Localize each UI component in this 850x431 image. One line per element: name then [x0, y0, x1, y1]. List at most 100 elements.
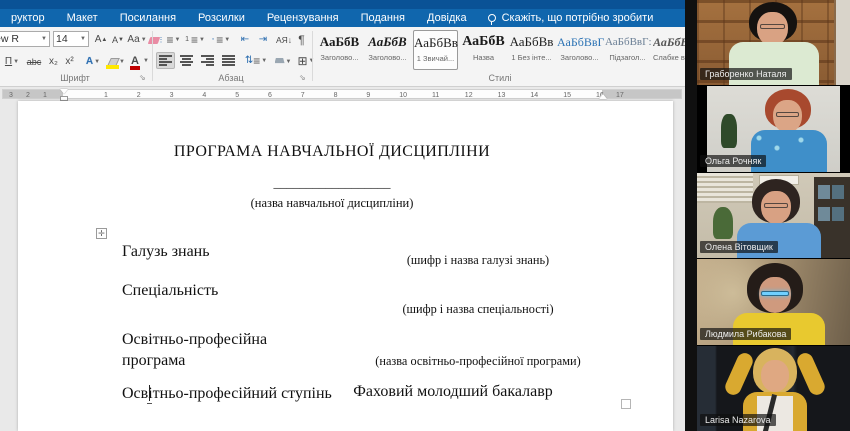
decrease-indent-button[interactable]: ⇤ [237, 31, 253, 48]
chevron-down-icon: ▼ [80, 36, 86, 42]
shading-button[interactable]: ▼ [272, 53, 294, 70]
paragraph-dialog-launcher-icon[interactable]: ⇘ [299, 73, 308, 82]
font-size-combo[interactable]: 14▼ [53, 31, 89, 47]
participant-name: Граборенко Наталя [700, 68, 792, 80]
glasses [761, 291, 789, 296]
align-right-icon [201, 55, 214, 66]
change-case-button[interactable]: Аа▼ [127, 31, 147, 48]
participant-name: Larisa Nazarova [700, 414, 776, 426]
show-marks-button[interactable]: ¶ [295, 31, 308, 48]
font-name-combo[interactable]: ew R▼ [0, 31, 50, 47]
style-chip-subtitle[interactable]: АаБбВвГ: Підзагол... [605, 30, 650, 70]
ruler-number: 6 [268, 91, 272, 100]
subscript-button[interactable]: x₂ [46, 53, 61, 70]
align-center-button[interactable] [177, 52, 196, 69]
text-cursor [149, 385, 150, 401]
increase-indent-button[interactable]: ⇥ [255, 31, 271, 48]
tell-me-label: Скажіть, що потрібно зробити [502, 12, 654, 24]
ruler-right-margin [602, 90, 681, 98]
tab-podannia[interactable]: Подання [350, 9, 416, 27]
underline-button[interactable]: П▼ [2, 53, 22, 70]
ruler-number: 17 [616, 91, 624, 100]
red-color-bar [130, 66, 140, 70]
chevron-down-icon: ▼ [41, 36, 47, 42]
field-hint-spetsialnist: (шифр і назва спеціальності) [328, 302, 628, 317]
paragraph-group-label: Абзац [152, 73, 310, 85]
paint-bucket-icon [275, 58, 285, 66]
align-right-button[interactable] [198, 52, 217, 69]
style-chip-subtle-emphasis[interactable]: АаБбВ Слабке в... [653, 30, 687, 70]
field-hint-galuz: (шифр і назва галузі знань) [328, 253, 628, 268]
participant-tile[interactable]: Ольга Рочняк [697, 86, 850, 172]
participant-tile[interactable]: Олена Вітовщик [697, 173, 850, 259]
justify-button[interactable] [219, 52, 238, 69]
ruler-number: 8 [334, 91, 338, 100]
participant-name: Олена Вітовщик [700, 241, 778, 253]
font-dialog-launcher-icon[interactable]: ⇘ [139, 73, 148, 82]
participant-tile[interactable]: Граборенко Наталя [697, 0, 850, 86]
ruler-number: 9 [366, 91, 370, 100]
highlighter-icon [107, 58, 118, 66]
tab-rozsylky[interactable]: Розсилки [187, 9, 256, 27]
ruler-number: 4 [202, 91, 206, 100]
bullet-list-icon: ⋮≡ [158, 33, 174, 47]
table-move-handle-icon[interactable]: ✛ [96, 228, 107, 239]
ruler-number: 11 [432, 91, 439, 100]
lightbulb-icon [488, 14, 496, 22]
line-spacing-button[interactable]: ⇅≡▼ [243, 52, 269, 69]
text-effects-button[interactable]: А▼ [84, 53, 102, 70]
font-color-button[interactable]: А ▼ [130, 52, 150, 69]
highlight-color-button[interactable]: ▼ [104, 53, 128, 70]
ruler-number: 13 [498, 91, 506, 100]
ruler-number: 12 [465, 91, 473, 100]
style-chip-heading-blue[interactable]: АаБбВвГ Заголово... [557, 30, 602, 70]
tab-maket[interactable]: Макет [56, 9, 109, 27]
sort-button[interactable]: АЯ↓ [274, 31, 294, 48]
align-left-button[interactable] [156, 52, 175, 69]
document-page[interactable]: ПРОГРАМА НАВЧАЛЬНОЇ ДИСЦИПЛІНИ _________… [18, 101, 673, 431]
field-label-galuz: Галузь знань [122, 241, 210, 262]
style-chip-title[interactable]: АаБбВ Назва [461, 30, 506, 70]
ruler-strip: 3211234567891011121314151617 [2, 89, 682, 99]
participant-name: Ольга Рочняк [700, 155, 766, 167]
style-chip-no-spacing[interactable]: АаБбВв 1 Без інте... [509, 30, 554, 70]
glasses [764, 203, 788, 208]
glasses [776, 112, 799, 117]
participant-tile[interactable]: Larisa Nazarova [697, 346, 850, 431]
word-window: руктор Макет Посилання Розсилки Рецензув… [0, 0, 850, 431]
right-indent-marker[interactable] [599, 94, 607, 99]
table-resize-handle[interactable] [621, 399, 631, 409]
ruler[interactable]: 3211234567891011121314151617 [0, 87, 685, 101]
group-divider [312, 31, 313, 81]
numbering-button[interactable]: 1≡▼ [183, 31, 207, 48]
participant-name: Людмила Рибакова [700, 328, 791, 340]
ruler-number: 7 [301, 91, 305, 100]
ruler-number: 2 [26, 91, 30, 100]
style-chip-heading1[interactable]: АаБбВ Заголово... [317, 30, 362, 70]
tab-retsenzuvannia[interactable]: Рецензування [256, 9, 350, 27]
font-group-label: Шрифт [0, 73, 150, 85]
document-canvas[interactable]: ПРОГРАМА НАВЧАЛЬНОЇ ДИСЦИПЛІНИ _________… [0, 101, 685, 431]
first-line-indent-marker[interactable] [60, 89, 68, 94]
title-underline: __________________ [62, 175, 602, 191]
tell-me-search[interactable]: Скажіть, що потрібно зробити [488, 12, 654, 24]
borders-button[interactable]: ⊞▼ [295, 52, 317, 69]
field-label-spetsialnist: Спеціальність [122, 280, 218, 301]
field-label-programa: Освітньо-професійна програма [122, 329, 297, 371]
align-center-icon [180, 55, 193, 66]
participant-tile[interactable]: Людмила Рибакова [697, 259, 850, 345]
tab-dovidka[interactable]: Довідка [416, 9, 478, 27]
title-bar [0, 0, 685, 9]
grow-font-button[interactable]: А▲ [93, 31, 109, 48]
tab-konstruktor[interactable]: руктор [0, 9, 56, 27]
style-chip-normal[interactable]: АаБбВв 1 Звичай... [413, 30, 458, 70]
shrink-font-button[interactable]: А▼ [110, 31, 126, 48]
ruler-number: 15 [563, 91, 571, 100]
justify-icon [222, 55, 235, 66]
bullets-button[interactable]: ⋮≡▼ [157, 31, 181, 48]
tab-posylannia[interactable]: Посилання [109, 9, 187, 27]
strikethrough-button[interactable]: abc [24, 53, 44, 70]
multilevel-list-button[interactable]: ◦≡▼ [209, 31, 233, 48]
style-chip-heading2[interactable]: АаБбВ Заголово... [365, 30, 410, 70]
superscript-button[interactable]: x² [62, 53, 77, 70]
